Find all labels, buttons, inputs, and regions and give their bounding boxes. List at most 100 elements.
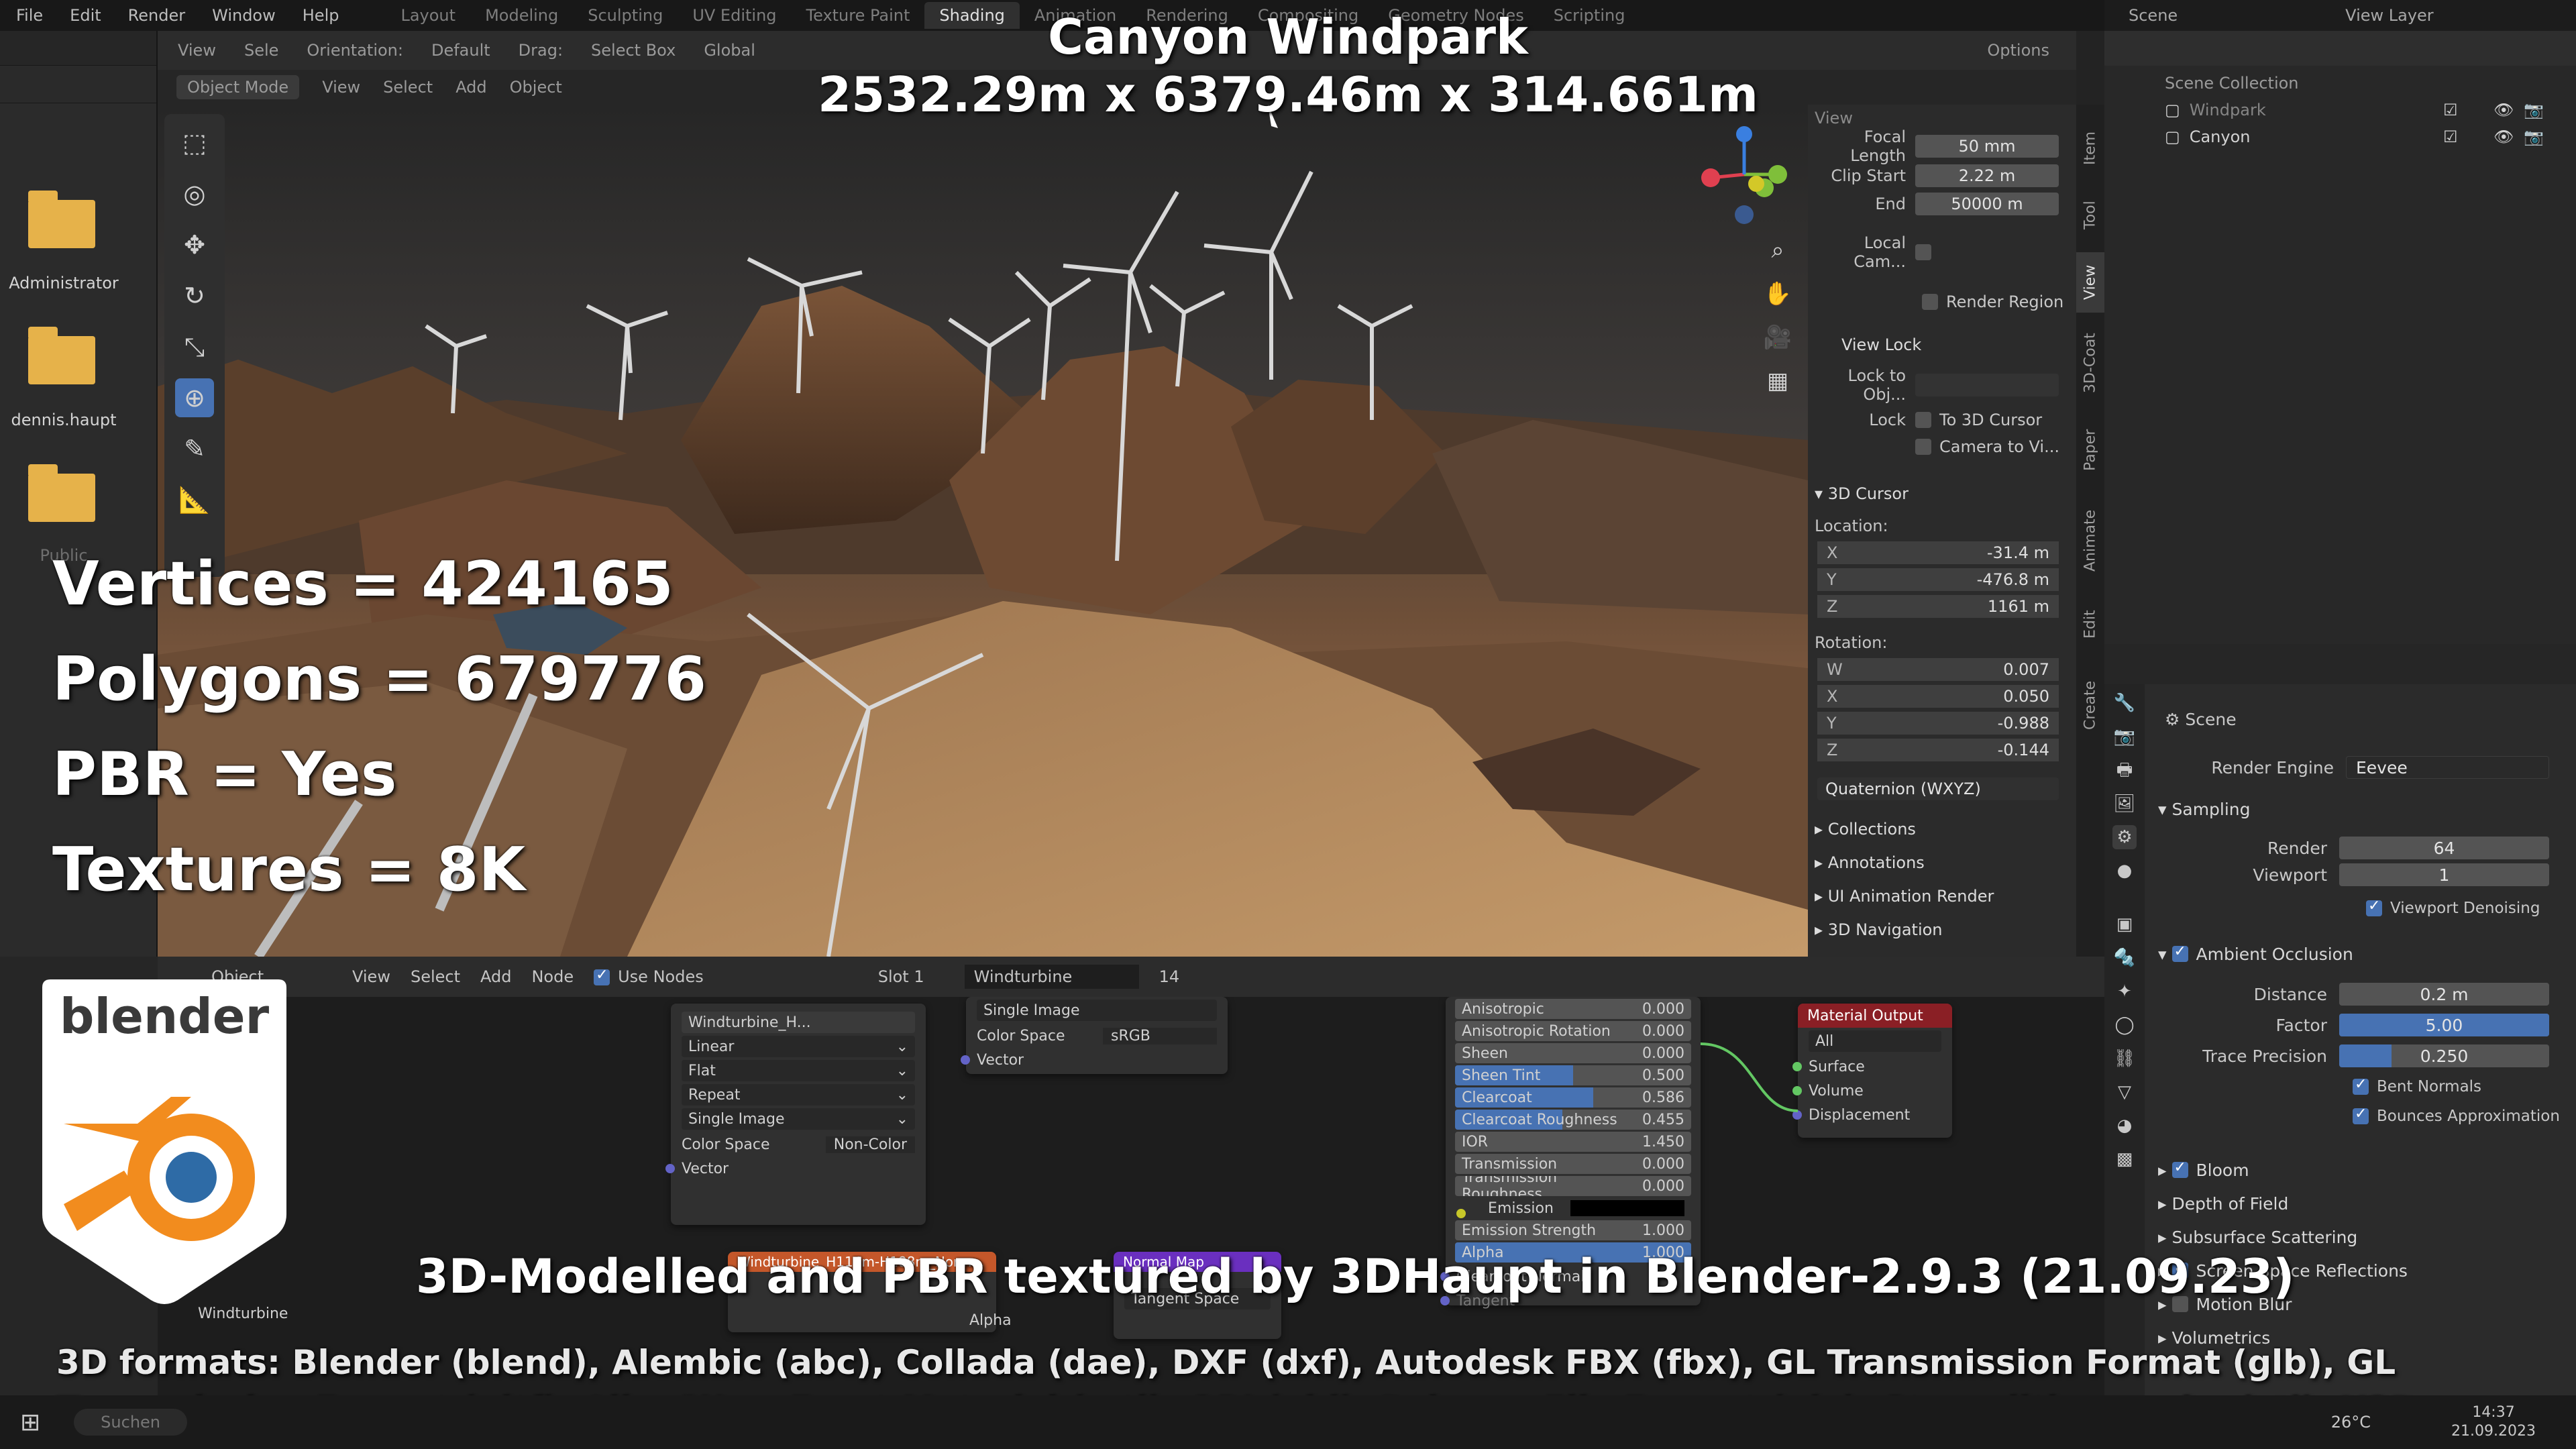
local-camera-checkbox[interactable]	[1915, 244, 1931, 260]
clip-end-field[interactable]: 50000 m	[1915, 193, 2059, 215]
viewport-denoising-checkbox[interactable]	[2366, 898, 2382, 916]
taskbar-clock[interactable]: 14:37 21.09.2023	[2451, 1403, 2536, 1441]
to-3d-cursor-checkbox[interactable]	[1915, 412, 1931, 428]
view-layer-icon[interactable]: 🖼	[2112, 792, 2137, 816]
tab-view[interactable]: View	[2076, 252, 2104, 313]
constraints-icon[interactable]: ⛓	[2112, 1046, 2137, 1071]
axis-value: -31.4 m	[1986, 543, 2049, 562]
output-icon[interactable]: 🖶	[2112, 758, 2137, 782]
bloom-section[interactable]: ▸ Bloom	[2158, 1155, 2249, 1185]
render-icon[interactable]: 📷	[2112, 724, 2137, 749]
object-icon[interactable]: ▣	[2112, 912, 2137, 936]
taskbar-search[interactable]: Suchen	[74, 1409, 187, 1436]
folder-label[interactable]: dennis.haupt	[0, 411, 127, 429]
cursor-rotation-z[interactable]: Z -0.144	[1817, 739, 2059, 761]
use-nodes-checkbox	[594, 967, 610, 985]
material-users-count[interactable]: 14	[1159, 967, 1180, 986]
depth-of-field-section[interactable]: ▸ Depth of Field	[2158, 1189, 2288, 1218]
cursor-rotation-y[interactable]: Y -0.988	[1817, 712, 2059, 735]
camera-view-icon[interactable]: 🎥	[1759, 319, 1796, 356]
navigation-gizmo[interactable]	[1684, 114, 1798, 228]
rotate-tool-icon[interactable]: ↻	[175, 276, 214, 315]
3d-cursor-section[interactable]: ▾ 3D Cursor	[1815, 480, 2070, 507]
rotation-mode-dropdown[interactable]: Quaternion (WXYZ)	[1817, 777, 2059, 800]
tool-icon[interactable]: 🔧	[2112, 691, 2137, 715]
node-node-menu[interactable]: Node	[531, 967, 574, 986]
lock-to-object-field[interactable]	[1915, 374, 2059, 396]
distance-field[interactable]: 0.2 m	[2339, 983, 2549, 1006]
shader-node-editor[interactable]: Windturbine_H... Linear ⌄ Flat ⌄ Repeat ⌄ S…	[158, 997, 2104, 1395]
collections-section[interactable]: ▸ Collections	[1815, 816, 2070, 843]
texture-icon[interactable]: ▩	[2112, 1147, 2137, 1171]
distance-label: Distance	[2253, 984, 2327, 1004]
annotate-tool-icon[interactable]: ✎	[175, 429, 214, 468]
eye-icon[interactable]: 👁	[2493, 127, 2514, 146]
factor-slider[interactable]: 5.00	[2339, 1014, 2549, 1036]
cursor-location-y[interactable]: Y -476.8 m	[1817, 568, 2059, 591]
tab-edit[interactable]: Edit	[2076, 594, 2104, 655]
ambient-occlusion-section[interactable]: ▾ Ambient Occlusion	[2158, 939, 2353, 969]
data-icon[interactable]: ▽	[2112, 1080, 2137, 1104]
camera-icon[interactable]: 📷	[2524, 127, 2544, 146]
section-label: Annotations	[1827, 853, 1925, 872]
node-select-menu[interactable]: Select	[411, 967, 460, 986]
clip-start-field[interactable]: 2.22 m	[1915, 164, 2059, 187]
particles-icon[interactable]: ✦	[2112, 979, 2137, 1004]
tab-item[interactable]: Item	[2076, 118, 2104, 178]
grid-view-icon[interactable]: ▦	[1759, 362, 1796, 400]
bent-normals-checkbox[interactable]	[2353, 1076, 2369, 1095]
physics-icon[interactable]: ◯	[2112, 1013, 2137, 1037]
move-tool-icon[interactable]: ✥	[175, 225, 214, 264]
node-view-menu[interactable]: View	[352, 967, 390, 986]
tab-create[interactable]: Create	[2076, 661, 2104, 749]
material-name-field[interactable]: Windturbine	[964, 965, 1139, 989]
viewport-samples-field[interactable]: 1	[2339, 863, 2549, 886]
bloom-checkbox[interactable]	[2171, 1159, 2188, 1178]
material-icon[interactable]: ◕	[2112, 1114, 2137, 1138]
cursor-location-x[interactable]: X -31.4 m	[1817, 541, 2059, 564]
home-folder-icon[interactable]	[28, 327, 95, 384]
checkbox-icon[interactable]: ☑	[2443, 127, 2458, 146]
ui-animation-render-section[interactable]: ▸ UI Animation Render	[1815, 883, 2070, 910]
zoom-icon[interactable]: ⌕	[1759, 231, 1796, 269]
slot-dropdown[interactable]: Slot 1	[878, 967, 924, 986]
modifier-icon[interactable]: 🔩	[2112, 946, 2137, 970]
render-region-checkbox[interactable]	[1922, 294, 1938, 310]
tab-animate[interactable]: Animate	[2076, 494, 2104, 588]
folder-icon[interactable]	[28, 464, 95, 522]
3d-navigation-section[interactable]: ▸ 3D Navigation	[1815, 916, 2070, 943]
view-lock-section[interactable]: View Lock	[1815, 331, 2070, 358]
render-engine-dropdown[interactable]: Eevee	[2346, 756, 2549, 779]
camera-to-view-checkbox[interactable]	[1915, 439, 1931, 455]
world-icon[interactable]: ●	[2112, 859, 2137, 883]
render-samples-field[interactable]: 64	[2339, 837, 2549, 859]
node-add-menu[interactable]: Add	[480, 967, 511, 986]
tab-paper[interactable]: Paper	[2076, 413, 2104, 487]
subsurface-scattering-section[interactable]: ▸ Subsurface Scattering	[2158, 1222, 2357, 1252]
trace-precision-slider[interactable]: 0.250	[2339, 1044, 2549, 1067]
weather-temperature[interactable]: 26°C	[2331, 1413, 2371, 1432]
folder-icon[interactable]	[28, 191, 95, 248]
cursor-tool-icon[interactable]: ◎	[175, 174, 214, 213]
use-nodes-toggle[interactable]: Use Nodes	[594, 967, 704, 986]
scale-tool-icon[interactable]: ⤡	[175, 327, 214, 366]
windows-start-icon[interactable]: ⊞	[20, 1409, 40, 1436]
outliner-item-canyon[interactable]: ▢ Canyon ☑ 👁 📷	[2104, 123, 2576, 150]
scene-icon[interactable]: ⚙	[2112, 825, 2137, 849]
measure-tool-icon[interactable]: 📐	[175, 480, 214, 519]
tab-3d-coat[interactable]: 3D-Coat	[2076, 319, 2104, 407]
ambient-occlusion-checkbox[interactable]	[2171, 943, 2188, 962]
cursor-rotation-w[interactable]: W 0.007	[1817, 658, 2059, 681]
tab-tool[interactable]: Tool	[2076, 185, 2104, 246]
cursor-location-z[interactable]: Z 1161 m	[1817, 595, 2059, 618]
bounces-approximation-checkbox[interactable]	[2353, 1106, 2369, 1124]
select-box-tool-icon[interactable]: ⬚	[175, 123, 214, 162]
transform-tool-icon[interactable]: ⊕	[175, 378, 214, 417]
cursor-rotation-x[interactable]: X 0.050	[1817, 685, 2059, 708]
folder-label[interactable]: Administrator	[0, 274, 127, 292]
pan-hand-icon[interactable]: ✋	[1759, 275, 1796, 313]
focal-length-field[interactable]: 50 mm	[1915, 135, 2059, 158]
sidebar-tabs: Item Tool View 3D-Coat Paper Animate Edi…	[2076, 105, 2104, 957]
sampling-section[interactable]: ▾ Sampling	[2158, 794, 2251, 824]
annotations-section[interactable]: ▸ Annotations	[1815, 849, 2070, 876]
